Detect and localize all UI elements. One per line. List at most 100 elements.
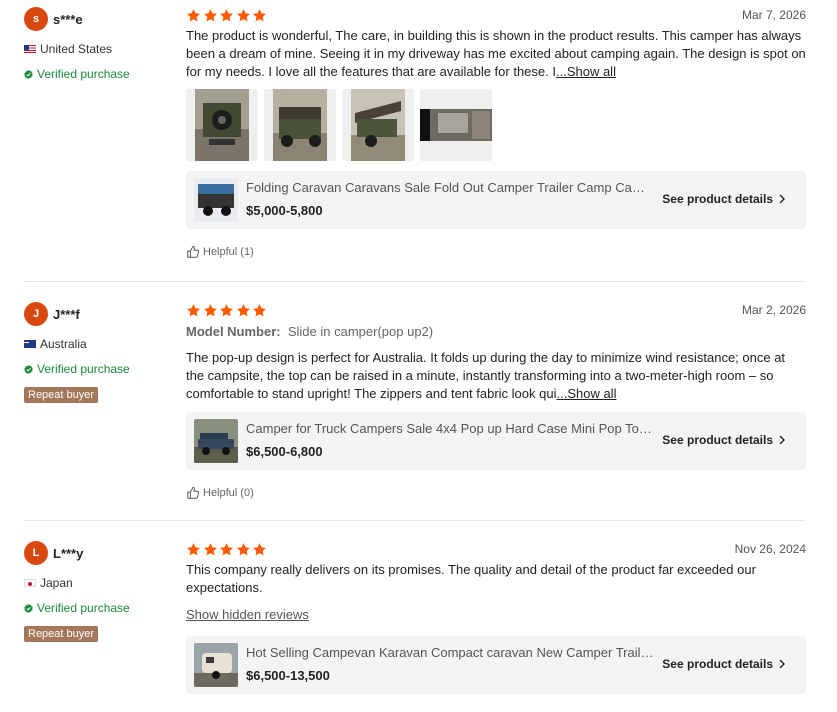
product-title[interactable]: Folding Caravan Caravans Sale Fold Out C… [246,180,654,195]
verified-check-icon [24,365,33,374]
verified-purchase: Verified purchase [24,66,174,82]
reviewer-country: Japan [24,575,174,591]
product-title[interactable]: Hot Selling Campevan Karavan Compact car… [246,645,654,660]
review-photo[interactable] [264,89,336,161]
product-thumbnail[interactable] [194,178,238,222]
show-all-link[interactable]: ...Show all [556,64,616,79]
chevron-right-icon [778,659,786,669]
product-thumbnail[interactable] [194,419,238,463]
review-body: The pop-up design is perfect for Austral… [186,350,786,401]
show-hidden-reviews-link[interactable]: Show hidden reviews [186,607,309,622]
reviewer-info: s s***e United States Verified purchase [24,7,174,82]
repeat-buyer-badge: Repeat buyer [24,626,99,642]
country-label: Australia [40,337,87,351]
star-icon [219,8,234,23]
reviewer-country: Australia [24,336,174,352]
review-body: The product is wonderful, The care, in b… [186,28,806,79]
star-icon [236,303,251,318]
avatar: J [24,302,48,326]
review-photo[interactable] [342,89,414,161]
star-icon [252,303,267,318]
star-icon [219,542,234,557]
review-divider [24,520,805,521]
star-icon [219,303,234,318]
review-divider [24,281,805,282]
australia-flag-icon [24,340,36,348]
star-rating [186,302,806,318]
reviewer-name: L***y [53,545,84,561]
star-icon [186,303,201,318]
helpful-button[interactable]: Helpful (0) [186,486,806,500]
avatar: L [24,541,48,565]
product-card[interactable]: Hot Selling Campevan Karavan Compact car… [186,636,806,694]
country-label: Japan [40,576,73,590]
star-icon [252,8,267,23]
caravan-icon [194,643,238,687]
repeat-buyer-badge: Repeat buyer [24,387,99,403]
avatar: s [24,7,48,31]
show-all-link[interactable]: ...Show all [556,386,616,401]
product-price: $6,500-13,500 [246,668,330,683]
review-text: The product is wonderful, The care, in b… [186,27,806,81]
star-icon [236,8,251,23]
truck-camper-icon [194,419,238,463]
camper-photo-icon [195,89,249,161]
model-number: Model Number: Slide in camper(pop up2) [186,324,806,342]
review-photos [186,89,806,161]
see-product-details-link[interactable]: See product details [662,433,786,447]
verified-label: Verified purchase [37,362,130,376]
see-details-label: See product details [662,192,773,206]
see-product-details-link[interactable]: See product details [662,657,786,671]
review-date: Mar 2, 2026 [741,303,806,317]
model-value: Slide in camper(pop up2) [287,324,434,339]
us-flag-icon [24,45,36,53]
camper-trailer-icon [194,178,238,222]
star-icon [203,542,218,557]
helpful-label: Helpful (1) [203,246,254,258]
star-icon [203,303,218,318]
thumbs-up-icon [186,486,200,500]
review-content: Nov 26, 2024 This company really deliver… [186,541,806,694]
star-icon [236,542,251,557]
reviewer-info: L L***y Japan Verified purchase Repeat b… [24,541,174,642]
reviewer-name: s***e [53,11,83,27]
product-title[interactable]: Camper for Truck Campers Sale 4x4 Pop up… [246,421,654,436]
see-details-label: See product details [662,657,773,671]
reviewer-name: J***f [53,306,80,322]
product-thumbnail[interactable] [194,643,238,687]
camper-photo-icon [273,89,327,161]
review-content: Mar 2, 2026 Model Number: Slide in campe… [186,302,806,500]
review-date: Mar 7, 2026 [741,8,806,22]
chevron-right-icon [778,435,786,445]
star-rating [186,541,806,557]
verified-check-icon [24,604,33,613]
star-icon [186,8,201,23]
verified-purchase: Verified purchase [24,361,174,377]
star-rating [186,7,806,23]
thumbs-up-icon [186,245,200,259]
reviewer-info: J J***f Australia Verified purchase Repe… [24,302,174,403]
product-card[interactable]: Folding Caravan Caravans Sale Fold Out C… [186,171,806,229]
see-details-label: See product details [662,433,773,447]
model-label: Model Number: [186,324,281,339]
reviewer-country: United States [24,41,174,57]
helpful-button[interactable]: Helpful (1) [186,245,806,259]
verified-check-icon [24,70,33,79]
country-label: United States [40,42,113,56]
review-content: Mar 7, 2026 The product is wonderful, Th… [186,7,806,259]
star-icon [252,542,267,557]
review-text: This company really delivers on its prom… [186,561,806,597]
product-card[interactable]: Camper for Truck Campers Sale 4x4 Pop up… [186,412,806,470]
helpful-label: Helpful (0) [203,487,254,499]
camper-video-icon [420,89,492,161]
review-photo[interactable] [186,89,258,161]
review-date: Nov 26, 2024 [734,542,806,556]
verified-label: Verified purchase [37,601,130,615]
chevron-right-icon [778,194,786,204]
review-body: This company really delivers on its prom… [186,562,756,595]
product-price: $6,500-6,800 [246,444,323,459]
star-icon [186,542,201,557]
camper-photo-icon [351,89,405,161]
see-product-details-link[interactable]: See product details [662,192,786,206]
review-photo[interactable] [420,89,492,161]
